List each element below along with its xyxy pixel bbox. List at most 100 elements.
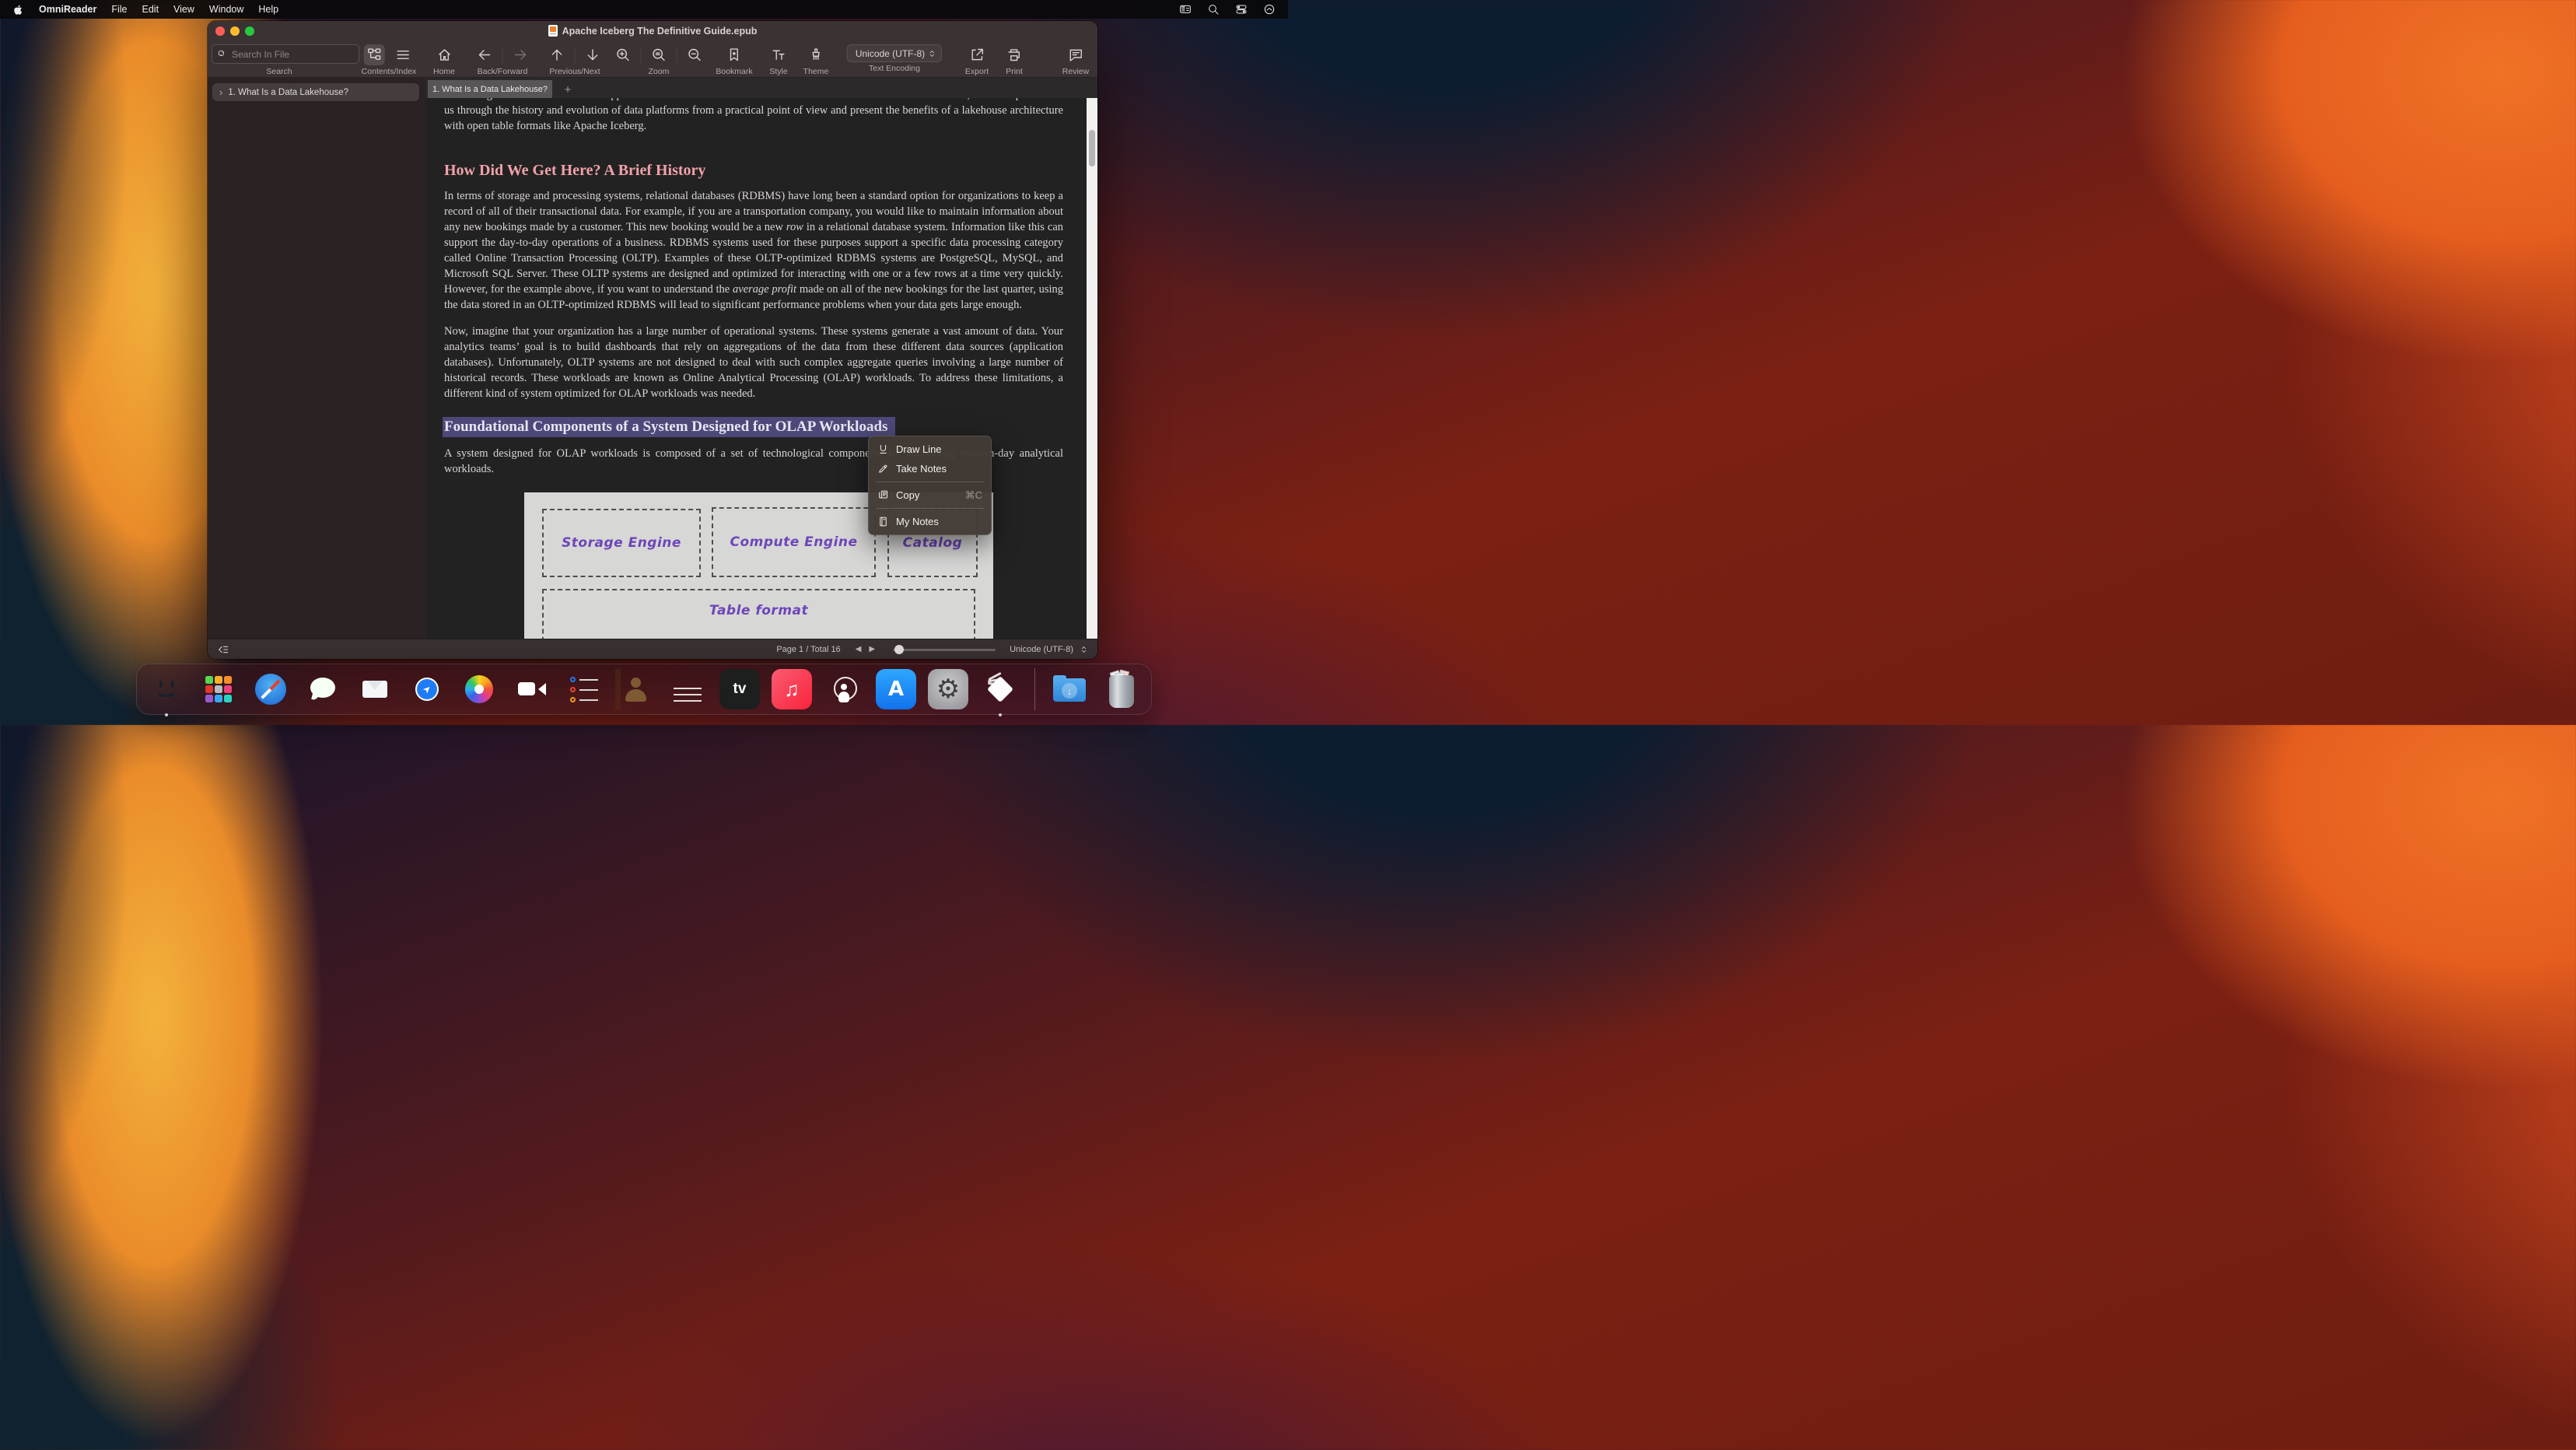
pencil-icon [879,464,887,473]
context-menu-item-take-notes[interactable]: Take Notes [868,459,992,478]
toolbar-label-bookmark: Bookmark [716,67,753,76]
chevron-up-down-icon [930,50,935,57]
menu-app-name[interactable]: OmniReader [39,4,96,15]
dock-item-finder[interactable] [146,669,187,716]
toolbar-separator [574,47,576,63]
print-icon[interactable] [1006,47,1023,63]
theme-brush-icon[interactable] [808,47,824,63]
dock-item-mail[interactable] [355,669,395,709]
dock-item-app-store[interactable]: A [876,669,916,709]
index-list-icon[interactable] [395,47,411,63]
toolbar-label-style: Style [769,67,788,76]
running-indicator [999,713,1002,716]
back-icon[interactable] [477,47,493,63]
underline-icon [880,445,887,454]
home-icon[interactable] [436,47,452,63]
dock: ➤ tv ♫ A ⚙ ↓ [136,664,1152,716]
add-tab-button[interactable]: + [559,80,576,99]
dock-item-omnireader[interactable] [980,669,1020,716]
context-menu-item-my-notes[interactable]: My Notes [868,512,992,531]
page-indicator: Page 1 / Total 16 [776,644,841,654]
previous-icon[interactable] [549,47,565,63]
toolbar-separator [640,47,642,63]
dock-item-trash[interactable] [1101,669,1142,709]
dock-item-contacts[interactable] [615,669,656,709]
previous-page-button[interactable]: ◀ [856,645,862,653]
toolbar-label-contents-index: Contents/Index [361,67,417,76]
toolbar-group-zoom: Zoom [615,44,703,76]
toolbar-group-bookmark: Bookmark [716,44,753,76]
menu-window[interactable]: Window [209,4,243,15]
omnireader-window: Apache Iceberg The Definitive Guide.epub… [208,21,1097,659]
slider-track[interactable] [893,648,996,651]
zoom-in-icon[interactable] [615,47,632,63]
next-page-button[interactable]: ▶ [869,645,875,653]
menu-edit[interactable]: Edit [142,4,159,15]
scrollbar-thumb[interactable] [1089,130,1095,166]
collapse-sidebar-icon[interactable] [217,643,229,656]
sidebar-item-label: 1. What Is a Data Lakehouse? [228,87,349,97]
menu-help[interactable]: Help [258,4,278,15]
scrollbar-track[interactable] [1087,98,1097,639]
zoom-out-icon[interactable] [687,47,703,63]
dock-item-downloads[interactable]: ↓ [1049,669,1090,709]
encoding-stepper-icon[interactable] [1080,644,1088,655]
paragraph-intro-tail: us through the history and evolution of … [444,104,1063,132]
dock-divider [1034,668,1035,710]
page-slider[interactable] [893,644,996,655]
toolbar-group-export: Export [965,44,989,76]
menu-divider [876,508,984,509]
clock-icon[interactable] [1263,3,1276,16]
dock-item-messages[interactable] [303,669,343,709]
dock-item-maps[interactable]: ➤ [407,669,447,709]
text-encoding-select[interactable]: Unicode (UTF-8) [846,44,943,62]
dock-item-photos[interactable] [459,669,499,709]
window-title-area: Apache Iceberg The Definitive Guide.epub [208,25,1097,37]
search-input[interactable] [230,47,354,61]
toolbar-label-back-forward: Back/Forward [477,67,528,76]
contents-tree-button[interactable] [363,44,385,65]
text-style-icon[interactable] [771,47,787,63]
dock-item-music[interactable]: ♫ [772,669,812,709]
toolbar-label-theme: Theme [803,67,829,76]
window-title: Apache Iceberg The Definitive Guide.epub [562,25,758,37]
search-icon[interactable] [1207,3,1220,16]
title-bar: Apache Iceberg The Definitive Guide.epub [208,21,1097,41]
sidebar-item-chapter-1[interactable]: › 1. What Is a Data Lakehouse? [212,83,419,101]
toolbar-group-print: Print [1006,44,1023,76]
toolbar-group-theme: Theme [803,44,829,76]
export-icon[interactable] [968,47,985,63]
running-indicator [165,713,168,716]
status-bar: Page 1 / Total 16 ◀ ▶ Unicode (UTF-8) [208,639,1097,659]
dock-item-system-settings[interactable]: ⚙ [928,669,968,709]
dock-item-podcasts[interactable] [824,669,864,709]
slider-knob[interactable] [894,644,905,654]
bookmark-icon[interactable] [726,47,742,63]
dock-item-safari[interactable] [250,669,291,709]
zoom-actual-icon[interactable] [651,47,667,63]
toolbar-label-export: Export [964,67,989,76]
toolbar-label-zoom: Zoom [648,67,670,76]
search-field[interactable] [212,44,359,64]
context-menu-item-draw-line[interactable]: Draw Line [868,440,992,459]
dock-item-apple-tv[interactable]: tv [719,669,760,709]
menu-bar: OmniReader File Edit View Window Help [0,0,1288,19]
tab-chapter-1[interactable]: 1. What Is a Data Lakehouse? [428,80,552,99]
heading-foundational-components: Foundational Components of a System Desi… [443,417,1063,437]
toolbar-group-contents-index: Contents/Index [361,44,417,76]
review-icon[interactable] [1068,47,1084,63]
chevron-right-icon[interactable]: › [219,87,222,97]
dock-item-launchpad[interactable] [198,669,239,709]
apple-menu[interactable] [12,4,24,16]
control-center-icon[interactable] [1235,3,1248,16]
menu-view[interactable]: View [173,4,194,15]
window-switcher-icon[interactable] [1179,3,1192,16]
page-content: combining the benefits of both approache… [425,98,1097,639]
dock-item-notes[interactable] [667,669,708,709]
context-menu-item-copy[interactable]: Copy ⌘C [868,485,992,505]
dock-item-reminders[interactable] [563,669,604,709]
forward-icon[interactable] [513,47,529,63]
menu-file[interactable]: File [111,4,127,15]
dock-item-facetime[interactable] [511,669,551,709]
next-icon[interactable] [585,47,601,63]
